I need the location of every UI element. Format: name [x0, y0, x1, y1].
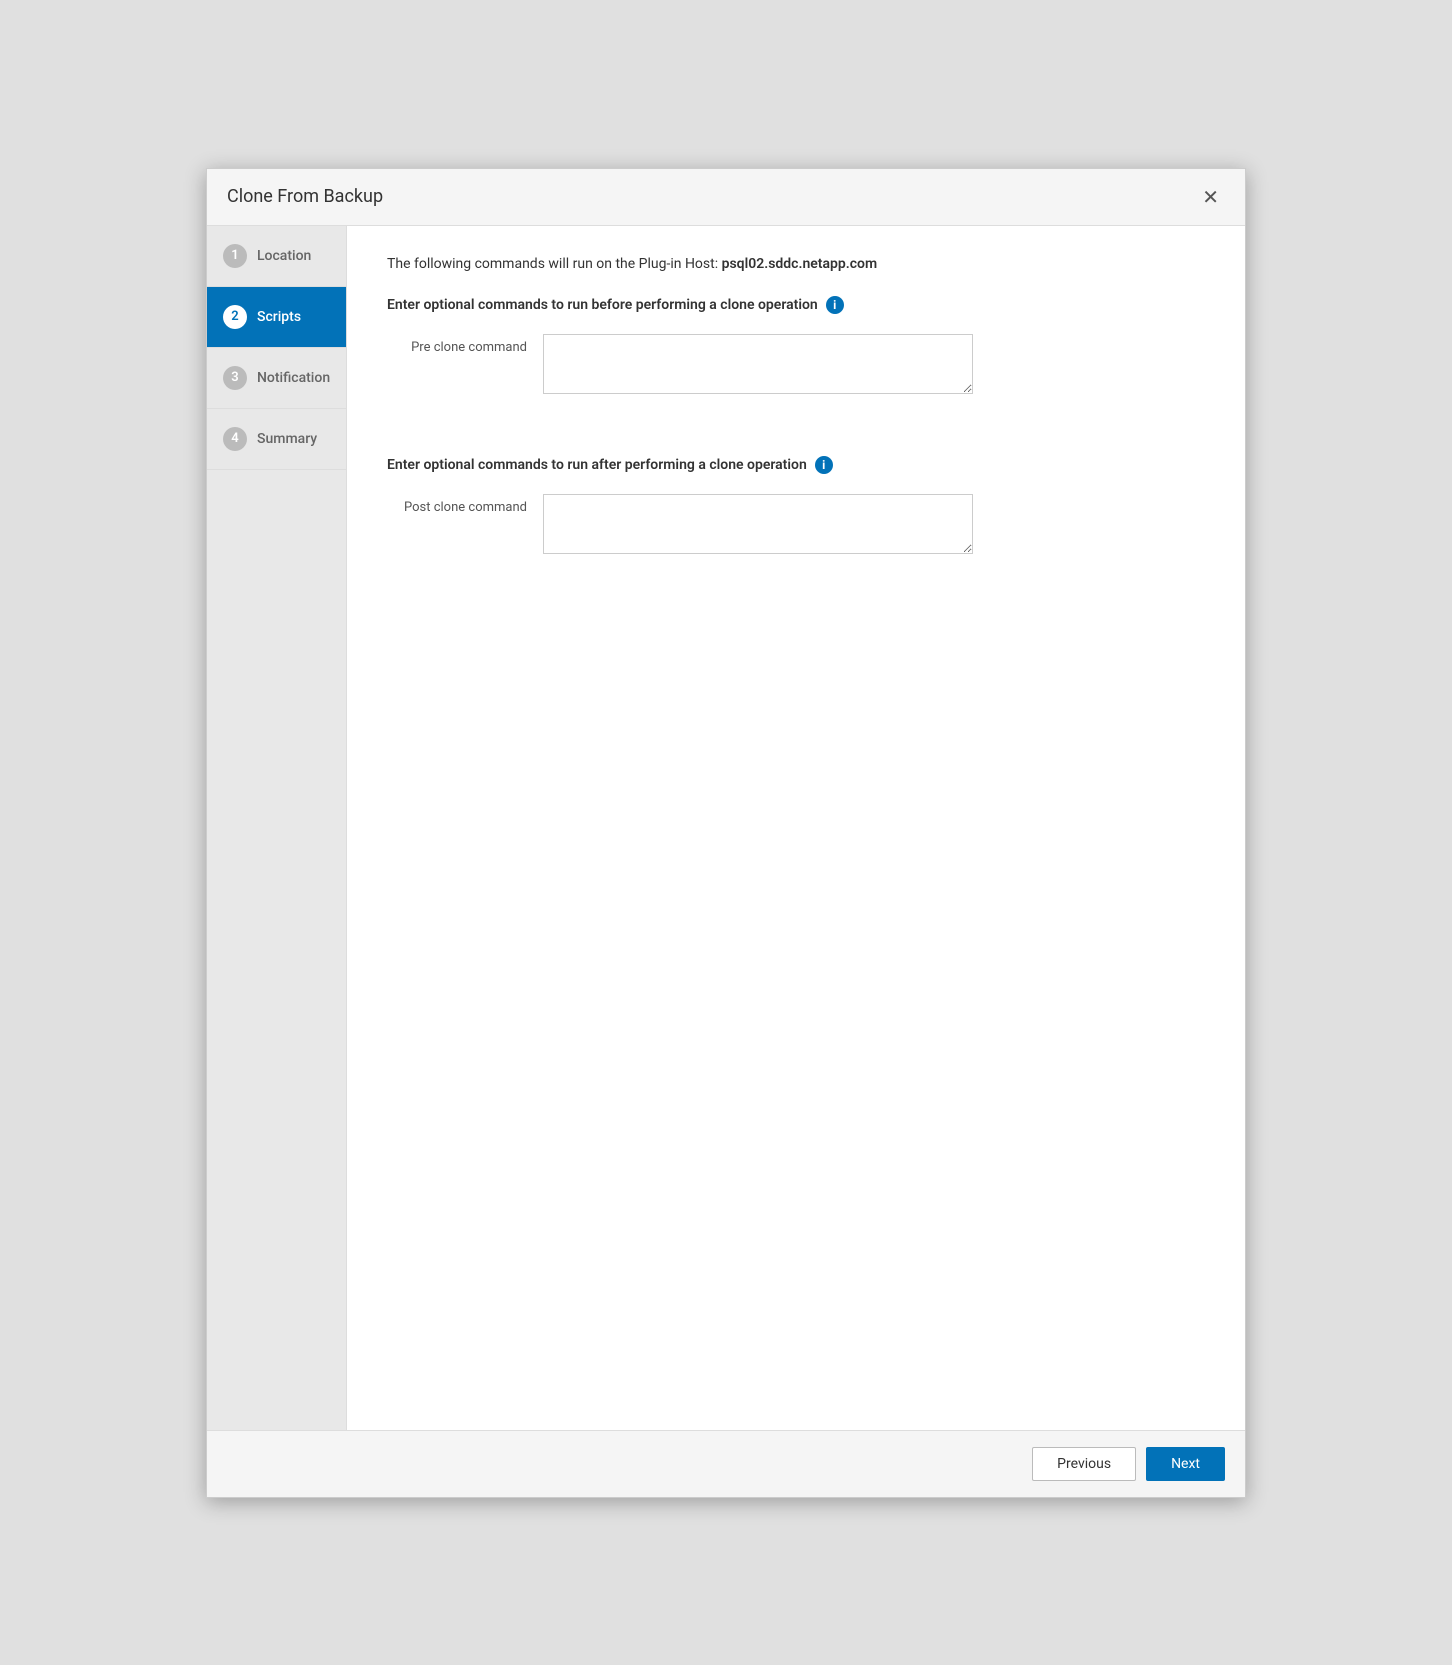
- pre-clone-section: Enter optional commands to run before pe…: [387, 296, 1205, 426]
- dialog-body: 1 Location 2 Scripts 3 Notification 4: [207, 226, 1245, 1430]
- sidebar: 1 Location 2 Scripts 3 Notification 4: [207, 226, 347, 1430]
- pre-clone-info-icon[interactable]: i: [826, 296, 844, 314]
- sidebar-item-label-location: Location: [257, 248, 311, 264]
- sidebar-item-label-scripts: Scripts: [257, 309, 301, 325]
- pre-clone-section-title: Enter optional commands to run before pe…: [387, 297, 818, 313]
- sidebar-item-scripts[interactable]: 2 Scripts: [207, 287, 346, 348]
- pre-clone-label: Pre clone command: [387, 334, 527, 355]
- post-clone-command-input[interactable]: [543, 494, 973, 554]
- plugin-host-line: The following commands will run on the P…: [387, 256, 1205, 272]
- sidebar-item-label-summary: Summary: [257, 431, 317, 447]
- dialog-footer: Previous Next: [207, 1430, 1245, 1497]
- close-button[interactable]: ✕: [1196, 185, 1225, 209]
- post-clone-field-row: Post clone command: [387, 494, 1205, 554]
- dialog-header: Clone From Backup ✕: [207, 169, 1245, 226]
- post-clone-section-title: Enter optional commands to run after per…: [387, 457, 807, 473]
- step-circle-1: 1: [223, 244, 247, 268]
- post-clone-section: Enter optional commands to run after per…: [387, 456, 1205, 586]
- post-clone-label: Post clone command: [387, 494, 527, 515]
- dialog-title: Clone From Backup: [227, 186, 383, 207]
- sidebar-item-location[interactable]: 1 Location: [207, 226, 346, 287]
- pre-clone-command-input[interactable]: [543, 334, 973, 394]
- sidebar-item-notification[interactable]: 3 Notification: [207, 348, 346, 409]
- sidebar-item-summary[interactable]: 4 Summary: [207, 409, 346, 470]
- previous-button[interactable]: Previous: [1032, 1447, 1136, 1481]
- post-clone-section-header: Enter optional commands to run after per…: [387, 456, 1205, 474]
- plugin-host-value: psql02.sddc.netapp.com: [722, 256, 878, 272]
- clone-from-backup-dialog: Clone From Backup ✕ 1 Location 2 Scripts…: [206, 168, 1246, 1498]
- pre-clone-field-row: Pre clone command: [387, 334, 1205, 394]
- step-circle-2: 2: [223, 305, 247, 329]
- main-content: The following commands will run on the P…: [347, 226, 1245, 1430]
- pre-clone-section-header: Enter optional commands to run before pe…: [387, 296, 1205, 314]
- sidebar-item-label-notification: Notification: [257, 370, 330, 386]
- step-circle-3: 3: [223, 366, 247, 390]
- next-button[interactable]: Next: [1146, 1447, 1225, 1481]
- step-circle-4: 4: [223, 427, 247, 451]
- post-clone-info-icon[interactable]: i: [815, 456, 833, 474]
